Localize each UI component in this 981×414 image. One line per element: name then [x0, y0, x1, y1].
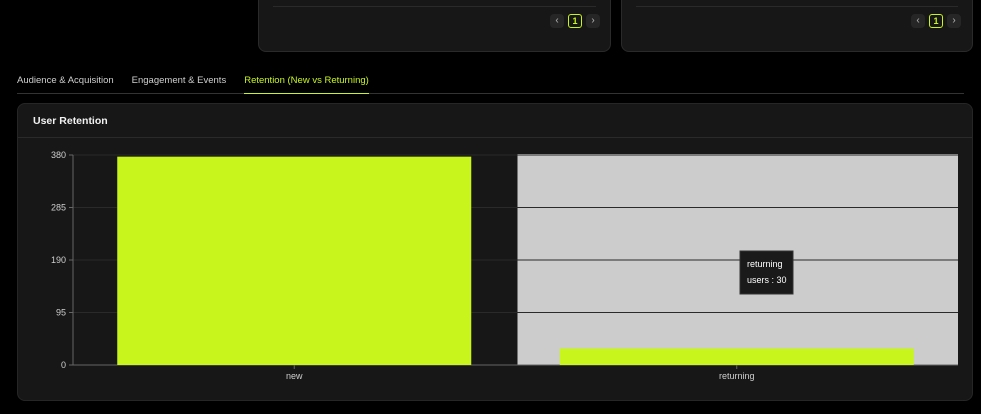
- page: ‹ 1 › ‹ 1 › Audience & Acquisition Engag…: [0, 0, 981, 414]
- top-card-left: ‹ 1 ›: [258, 0, 611, 52]
- bar-new[interactable]: [117, 156, 472, 365]
- next-page-button[interactable]: ›: [586, 14, 600, 28]
- pagination: ‹ 1 ›: [911, 14, 961, 28]
- tab-audience-acquisition[interactable]: Audience & Acquisition: [17, 71, 114, 94]
- tooltip-title: returning: [747, 259, 783, 269]
- user-retention-card: User Retention 0 95 190 285 380 new returning r…: [17, 103, 973, 401]
- y-tick-label: 0: [61, 360, 66, 370]
- y-tick-label: 285: [51, 203, 66, 213]
- current-page-button[interactable]: 1: [568, 14, 582, 28]
- prev-page-button[interactable]: ‹: [911, 14, 925, 28]
- retention-bar-chart: 0 95 190 285 380 new returning returning users :…: [51, 150, 958, 381]
- divider: [636, 6, 958, 7]
- bar-returning[interactable]: [559, 348, 914, 365]
- tooltip-value: users : 30: [747, 275, 787, 285]
- tab-bar: Audience & Acquisition Engagement & Even…: [17, 71, 964, 94]
- pagination: ‹ 1 ›: [550, 14, 600, 28]
- y-tick-label: 380: [51, 150, 66, 160]
- x-tick-label: returning: [719, 371, 755, 381]
- next-page-button[interactable]: ›: [947, 14, 961, 28]
- tooltip: [739, 250, 794, 295]
- top-card-right: ‹ 1 ›: [621, 0, 973, 52]
- tab-retention[interactable]: Retention (New vs Returning): [244, 71, 369, 94]
- prev-page-button[interactable]: ‹: [550, 14, 564, 28]
- y-tick-label: 95: [56, 308, 66, 318]
- divider: [273, 6, 596, 7]
- y-tick-label: 190: [51, 255, 66, 265]
- current-page-button[interactable]: 1: [929, 14, 943, 28]
- x-tick-label: new: [286, 371, 303, 381]
- tab-engagement-events[interactable]: Engagement & Events: [132, 71, 227, 94]
